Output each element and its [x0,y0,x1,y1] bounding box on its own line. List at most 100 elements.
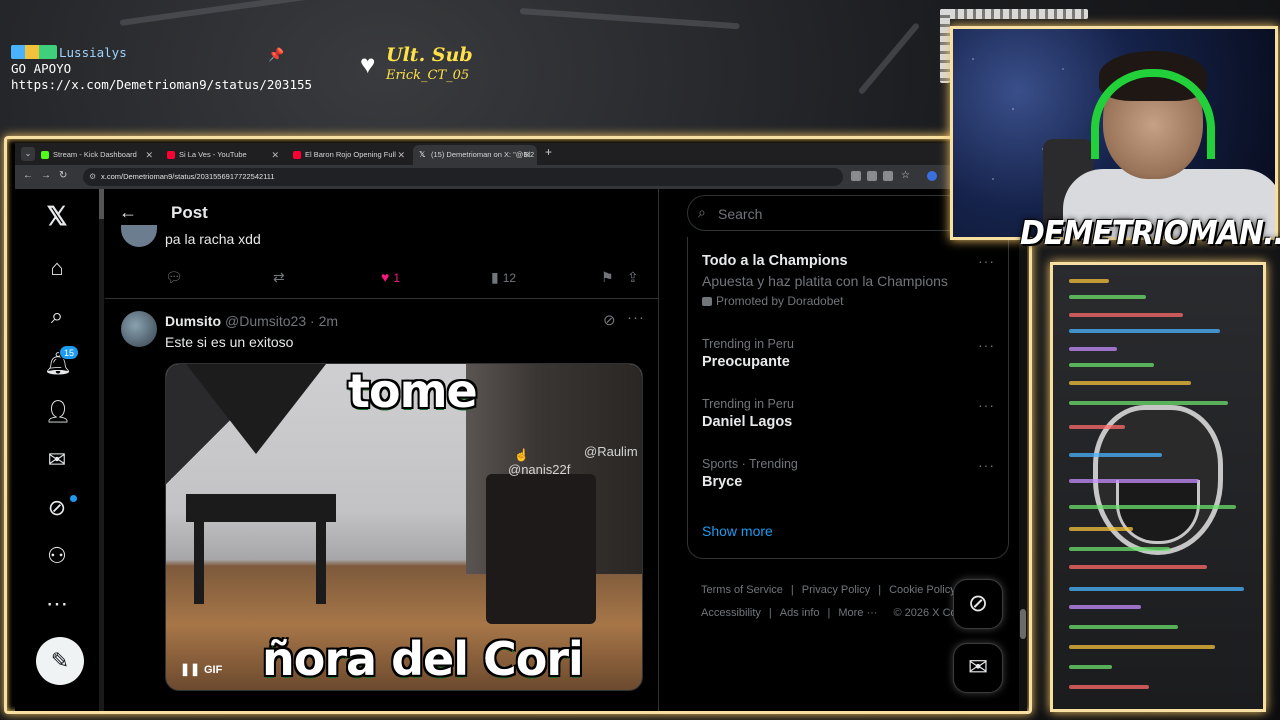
more-icon[interactable]: ⋯ [44,591,70,617]
more-options-icon[interactable]: ··· [978,253,995,269]
chat-message [1069,685,1149,689]
tab-label: El Baron Rojo Opening Full [305,150,396,159]
more-link[interactable]: More ··· [838,607,877,619]
messages-float-button[interactable]: ✉ [953,643,1003,693]
home-icon[interactable]: ⌂ [44,255,70,281]
grok-icon[interactable]: ⊘ [44,495,70,521]
reply-text: pa la racha xdd [165,231,261,247]
avatar[interactable] [121,225,157,247]
like-button[interactable]: ♥ 1 [381,269,400,285]
page-scrollbar[interactable] [1019,189,1027,711]
close-icon[interactable]: ✕ [397,145,405,165]
forward-icon[interactable]: → [41,170,51,181]
profile-icon[interactable]: ⚇ [44,543,70,569]
tab-kick-dashboard[interactable]: Stream - Kick Dashboard ✕ [35,145,159,165]
x-logo-icon[interactable]: 𝕏 [44,203,70,229]
promoted-by: Promoted by Doradobet [702,294,992,308]
more-options-icon[interactable]: ··· [978,397,995,413]
back-icon[interactable]: ← [23,170,33,181]
gif-media[interactable]: tome @Raulim @nanis22f ñora del Cori ❚❚ … [165,363,643,691]
chat-message [1069,347,1117,351]
pause-icon[interactable]: ❚❚ [180,662,200,676]
promoted-trend[interactable]: Todo a la Champions Apuesta y haz platit… [702,253,992,308]
chat-message [1069,565,1207,569]
gif-watermark: @Raulim [584,444,638,459]
webcam-feed [950,26,1278,240]
alert-username: Lussialys [59,45,127,60]
frame-decoration [940,9,950,83]
trend-item[interactable]: Trending in Peru Preocupante [702,337,992,370]
ads-info-link[interactable]: Ads info [780,607,820,619]
tab-strip: ⌄ Stream - Kick Dashboard ✕ Si La Ves - … [15,143,1027,165]
mail-icon: ✉ [967,654,989,681]
tab-youtube-si-la-ves[interactable]: Si La Ves - YouTube ✕ [161,145,285,165]
explore-search-icon[interactable]: ⌕ [44,303,70,329]
profile-icon[interactable] [927,171,937,181]
messages-icon[interactable]: ✉ [44,447,70,473]
views-button[interactable]: ▮ 12 [491,269,516,286]
terms-link[interactable]: Terms of Service [701,584,783,596]
last-sub-name: Erick_CT_05 [386,68,470,83]
gif-scene [194,514,204,604]
close-icon[interactable]: ✕ [523,145,531,165]
author-handle[interactable]: @Dumsito23 · 2m [225,313,338,329]
chat-message [1069,279,1109,283]
ad-icon [702,297,712,306]
bookmark-star-icon[interactable]: ☆ [901,170,910,181]
frame-decoration [940,9,1088,19]
bookmark-icon[interactable]: ⚑ [601,269,614,286]
grok-icon[interactable]: ⊘ [603,311,616,329]
show-more-link[interactable]: Show more [702,523,773,539]
close-icon[interactable]: ✕ [271,145,279,165]
chat-message [1069,425,1125,429]
grok-icon: ⊘ [967,590,989,617]
tab-label: Stream - Kick Dashboard [53,150,137,159]
share-icon[interactable]: ⇪ [627,269,639,286]
chat-message [1069,625,1178,629]
analytics-icon: ▮ [491,269,499,285]
avatar[interactable] [121,311,157,347]
close-icon[interactable]: ✕ [145,145,153,165]
tab-youtube-baron-rojo[interactable]: El Baron Rojo Opening Full ✕ [287,145,411,165]
sidebar-scrollbar[interactable] [99,189,104,711]
grok-float-button[interactable]: ⊘ [953,579,1003,629]
new-tab-icon[interactable]: + [545,145,552,159]
reload-icon[interactable]: ↻ [59,170,67,181]
author-name[interactable]: Dumsito [165,313,221,329]
tab-x-post[interactable]: 𝕏 (15) Demetrioman on X: "@El2 ✕ [413,145,537,165]
trends-panel: Todo a la Champions Apuesta y haz platit… [687,237,1009,559]
follow-icon[interactable]: 👤︎ [44,399,72,425]
chat-message [1069,665,1112,669]
reply-post[interactable]: Dumsito @Dumsito23 · 2m ⊘ ··· Este si es… [105,301,659,711]
cast-icon[interactable] [883,171,893,181]
x-sidebar: 𝕏 ⌂ ⌕ 🔔︎ 15 👤︎ ✉ ⊘ ⚇ ⋯ ✎ [15,189,99,711]
gif-caption-top: tome [348,364,478,418]
trend-item[interactable]: Trending in Peru Daniel Lagos [702,397,992,430]
more-options-icon[interactable]: ··· [978,337,995,353]
tab-label: Si La Ves - YouTube [179,150,247,159]
chat-message [1069,295,1146,299]
repost-icon[interactable]: ⇄ [273,269,285,286]
reply-icon[interactable]: 💬︎ [165,269,183,286]
page-title: Post [171,203,208,222]
address-bar[interactable]: ⚙ x.com/Demetrioman9/status/203155691772… [83,168,843,186]
more-options-icon[interactable]: ··· [627,309,645,326]
more-options-icon[interactable]: ··· [978,457,995,473]
site-info-icon[interactable]: ⚙ [89,168,96,186]
chat-message [1069,329,1220,333]
privacy-link[interactable]: Privacy Policy [802,584,870,596]
cookie-link[interactable]: Cookie Policy [889,584,956,596]
tab-search-icon[interactable]: ⌄ [21,147,35,161]
trend-item[interactable]: Sports · Trending Bryce [702,457,992,490]
accessibility-link[interactable]: Accessibility [701,607,761,619]
back-arrow-icon[interactable]: ← [119,202,137,223]
search-box[interactable]: ⌕ [687,195,977,231]
translate-icon[interactable] [851,171,861,181]
donation-alert: Lussialys GO APOYO https://x.com/Demetri… [11,45,312,93]
reply-post[interactable]: pa la racha xdd 💬︎ ⇄ ♥ 1 ▮ 12 ⚑ ⇪ [105,225,659,299]
compose-post-button[interactable]: ✎ [36,637,84,685]
search-input[interactable] [718,204,958,224]
chat-message [1069,363,1154,367]
zoom-icon[interactable] [867,171,877,181]
kick-favicon-icon [41,151,49,159]
